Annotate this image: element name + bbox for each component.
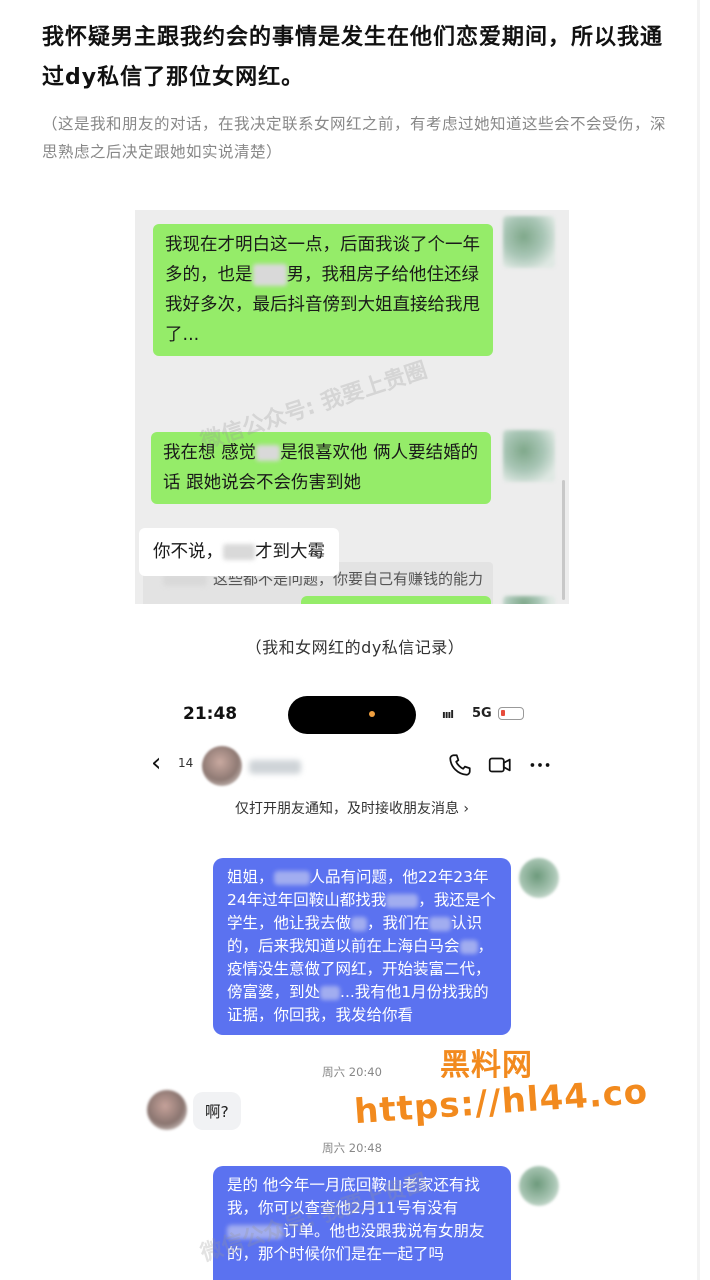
friend-avatar xyxy=(503,430,555,482)
sender-avatar xyxy=(519,858,559,898)
battery-icon xyxy=(498,707,524,720)
notification-banner[interactable]: 仅打开朋友通知，及时接收朋友消息 › xyxy=(135,798,569,818)
chat-bubble-received: 啊? xyxy=(193,1092,241,1130)
redacted-text xyxy=(273,870,310,885)
article: 我怀疑男主跟我约会的事情是发生在他们恋爱期间，所以我通过dy私信了那位女网红。 … xyxy=(0,0,710,1280)
contact-avatar xyxy=(147,1090,187,1130)
article-heading: 我怀疑男主跟我约会的事情是发生在他们恋爱期间，所以我通过dy私信了那位女网红。 xyxy=(42,25,664,90)
video-call-icon[interactable] xyxy=(487,752,513,778)
redacted-text xyxy=(351,916,368,931)
msg-text: 是的 他今年一月底回鞍山老家还有找我，你可以查查他2月11号有没有 xyxy=(227,1176,480,1217)
site-watermark-name: 黑料网 xyxy=(440,1048,533,1083)
signal-icon: ıııl xyxy=(442,708,454,721)
sender-avatar xyxy=(519,1166,559,1206)
msg-text: 我在想 感觉 xyxy=(163,443,257,463)
phone-icon[interactable] xyxy=(447,752,473,778)
timestamp: 周六 20:48 xyxy=(322,1141,382,1155)
screenshot-caption: （我和女网红的dy私信记录） xyxy=(245,638,465,657)
redacted-text xyxy=(459,939,478,954)
friend-avatar xyxy=(503,596,555,604)
redacted-text xyxy=(256,445,281,461)
battery-level xyxy=(501,710,505,716)
redacted-text xyxy=(252,264,287,286)
network-label: 5G xyxy=(472,706,492,721)
article-note: （这是我和朋友的对话，在我决定联系女网红之前，有考虑过她知道这些会不会受伤，深思… xyxy=(42,115,667,161)
msg-text: 你不说， xyxy=(153,542,223,562)
contact-name-redacted xyxy=(249,760,301,774)
redacted-text xyxy=(320,985,341,1000)
chat-bubble-sent: 姐姐， 人品有问题，他22年23年24年过年回鞍山都找我 ，我还是个学生，他让我去做… xyxy=(213,858,511,1035)
friend-avatar xyxy=(503,216,555,268)
msg-text: 才到大霉 xyxy=(255,542,325,562)
status-bar: 21:48 ıııl 5G xyxy=(135,690,569,740)
msg-text: 姐姐， xyxy=(227,868,274,886)
redacted-text xyxy=(386,893,419,908)
chat-bubble-sent xyxy=(301,596,491,604)
chevron-right-icon: › xyxy=(463,801,470,817)
status-time: 21:48 xyxy=(183,704,238,724)
redacted-text xyxy=(227,1224,283,1239)
chat-bubble-sent: 我现在才明白这一点，后面我谈了个一年多的，也是 男，我租房子给他住还绿我好多次，最… xyxy=(153,224,493,356)
chat-bubble-sent: 我在想 感觉 是很喜欢他 俩人要结婚的话 跟她说会不会伤害到她 xyxy=(151,432,491,504)
dynamic-island xyxy=(288,696,416,734)
contact-avatar[interactable] xyxy=(202,746,242,786)
redacted-text xyxy=(429,916,452,931)
island-indicator xyxy=(369,711,375,717)
chat-header: ‹ 14 xyxy=(135,742,569,788)
back-arrow-icon[interactable]: ‹ xyxy=(151,748,161,778)
chat-bubble-sent: 是的 他今年一月底回鞍山老家还有找我，你可以查查他2月11号有没有订单。他也没跟… xyxy=(213,1166,511,1280)
wechat-screenshot: 我现在才明白这一点，后面我谈了个一年多的，也是 男，我租房子给他住还绿我好多次，最… xyxy=(135,210,569,604)
unread-count: 14 xyxy=(178,756,194,770)
notice-text: 仅打开朋友通知，及时接收朋友消息 xyxy=(234,801,459,817)
page-edge xyxy=(697,0,700,1280)
redacted-text xyxy=(223,544,255,560)
more-icon[interactable] xyxy=(527,752,553,778)
msg-text: ，我们在 xyxy=(367,914,430,932)
scrollbar xyxy=(562,480,565,600)
chat-bubble-received: 你不说， 才到大霉 xyxy=(139,528,339,576)
douyin-dm-screenshot: 21:48 ıııl 5G ‹ 14 仅打开朋友通知，及时接收朋友消息 › 姐姐… xyxy=(135,690,569,1280)
